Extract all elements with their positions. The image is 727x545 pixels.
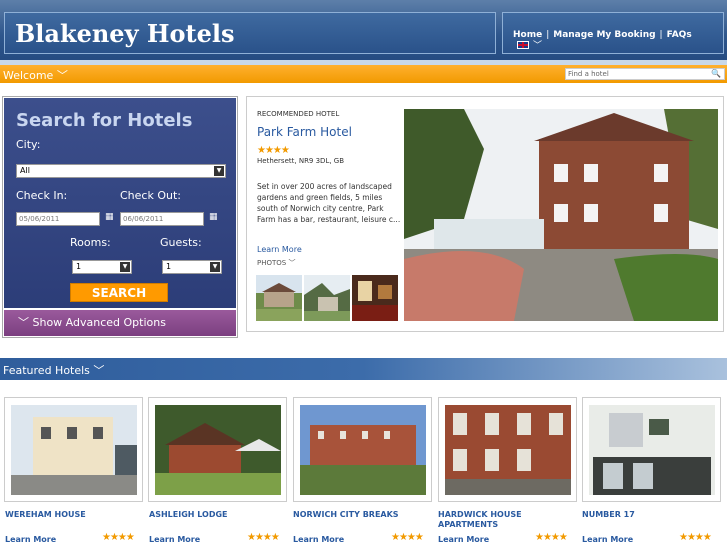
hotel-name[interactable]: NUMBER 17 <box>582 510 692 520</box>
calendar-icon[interactable]: ▦ <box>209 212 218 222</box>
chevron-down-icon: ﹀ <box>56 69 68 82</box>
nav-box: Home | Manage My Booking | FAQs ﹀ <box>502 12 724 54</box>
search-button[interactable]: SEARCH <box>70 283 168 302</box>
rooms-label: Rooms: <box>70 236 111 249</box>
uk-flag-icon[interactable] <box>517 41 529 49</box>
language-chevron-icon[interactable]: ﹀ <box>533 38 542 51</box>
guests-label: Guests: <box>160 236 202 249</box>
hotel-card[interactable] <box>438 397 577 502</box>
hotel-photo <box>155 405 281 495</box>
logo-box: Blakeney Hotels <box>4 12 496 54</box>
welcome-bar: Welcome ﹀ Find a hotel 🔍 <box>0 65 727 83</box>
star-rating: ★★★★ <box>247 532 280 543</box>
calendar-icon[interactable]: ▦ <box>105 212 114 222</box>
featured-hotels-bar: Featured Hotels ﹀ <box>0 358 727 380</box>
featured-hotels-title[interactable]: Featured Hotels ﹀ <box>3 362 104 378</box>
search-title: Search for Hotels <box>16 110 193 131</box>
star-rating: ★★★★ <box>257 145 290 156</box>
recommended-hotel-photo <box>404 109 718 321</box>
chevron-down-icon: ▼ <box>214 166 224 176</box>
checkin-label: Check In: <box>16 189 68 202</box>
find-hotel-input[interactable]: Find a hotel 🔍 <box>565 68 725 80</box>
hotel-photo <box>300 405 426 495</box>
checkin-field[interactable]: 05/06/2011 <box>16 212 100 226</box>
recommended-hotel-panel: RECOMMENDED HOTEL Park Farm Hotel ★★★★ H… <box>246 96 724 332</box>
city-label: City: <box>16 138 41 151</box>
star-rating: ★★★★ <box>391 532 424 543</box>
chevron-down-icon: ▼ <box>210 262 220 272</box>
site-header: Blakeney Hotels Home | Manage My Booking | F… <box>0 0 727 64</box>
guests-select[interactable]: 1 ▼ <box>162 260 222 274</box>
photos-toggle[interactable]: PHOTOS ﹀ <box>257 258 295 268</box>
hotel-photo <box>589 405 715 495</box>
city-select[interactable]: All ▼ <box>16 164 226 178</box>
hotel-card[interactable] <box>4 397 143 502</box>
hotel-name[interactable]: WEREHAM HOUSE <box>5 510 115 520</box>
star-rating: ★★★★ <box>102 532 135 543</box>
hotel-photo <box>445 405 571 495</box>
hotel-photo <box>11 405 137 495</box>
recommended-label: RECOMMENDED HOTEL <box>257 110 340 118</box>
learn-more-link[interactable]: Learn More <box>582 535 633 544</box>
advanced-options-toggle[interactable]: ﹀ Show Advanced Options <box>4 310 236 336</box>
learn-more-link[interactable]: Learn More <box>257 245 302 254</box>
welcome-label[interactable]: Welcome ﹀ <box>3 67 68 83</box>
nav-manage-booking[interactable]: Manage My Booking <box>553 30 655 40</box>
chevron-down-icon: ▼ <box>120 262 130 272</box>
checkout-label: Check Out: <box>120 189 181 202</box>
star-rating: ★★★★ <box>535 532 568 543</box>
hotel-thumbnail[interactable] <box>256 275 302 321</box>
learn-more-link[interactable]: Learn More <box>149 535 200 544</box>
learn-more-link[interactable]: Learn More <box>293 535 344 544</box>
hotel-thumbnail[interactable] <box>304 275 350 321</box>
hotel-name[interactable]: HARDWICK HOUSE APARTMENTS <box>438 510 538 530</box>
hotel-card[interactable] <box>582 397 721 502</box>
hotel-thumbnail[interactable] <box>352 275 398 321</box>
recommended-hotel-name[interactable]: Park Farm Hotel <box>257 125 352 139</box>
learn-more-link[interactable]: Learn More <box>438 535 489 544</box>
hotel-card[interactable] <box>148 397 287 502</box>
search-panel: Search for Hotels City: All ▼ Check In: C… <box>2 96 238 338</box>
nav-faqs[interactable]: FAQs <box>667 30 692 40</box>
search-form: Search for Hotels City: All ▼ Check In: C… <box>4 98 236 308</box>
hotel-address: Hethersett, NR9 3DL, GB <box>257 157 345 165</box>
search-icon[interactable]: 🔍 <box>711 69 721 79</box>
star-rating: ★★★★ <box>679 532 712 543</box>
checkout-field[interactable]: 06/06/2011 <box>120 212 204 226</box>
hotel-description: Set in over 200 acres of landscaped gard… <box>257 182 401 224</box>
hotel-name[interactable]: NORWICH CITY BREAKS <box>293 510 403 520</box>
learn-more-link[interactable]: Learn More <box>5 535 56 544</box>
hotel-card[interactable] <box>293 397 432 502</box>
rooms-select[interactable]: 1 ▼ <box>72 260 132 274</box>
site-logo[interactable]: Blakeney Hotels <box>15 19 235 48</box>
hotel-name[interactable]: ASHLEIGH LODGE <box>149 510 259 520</box>
